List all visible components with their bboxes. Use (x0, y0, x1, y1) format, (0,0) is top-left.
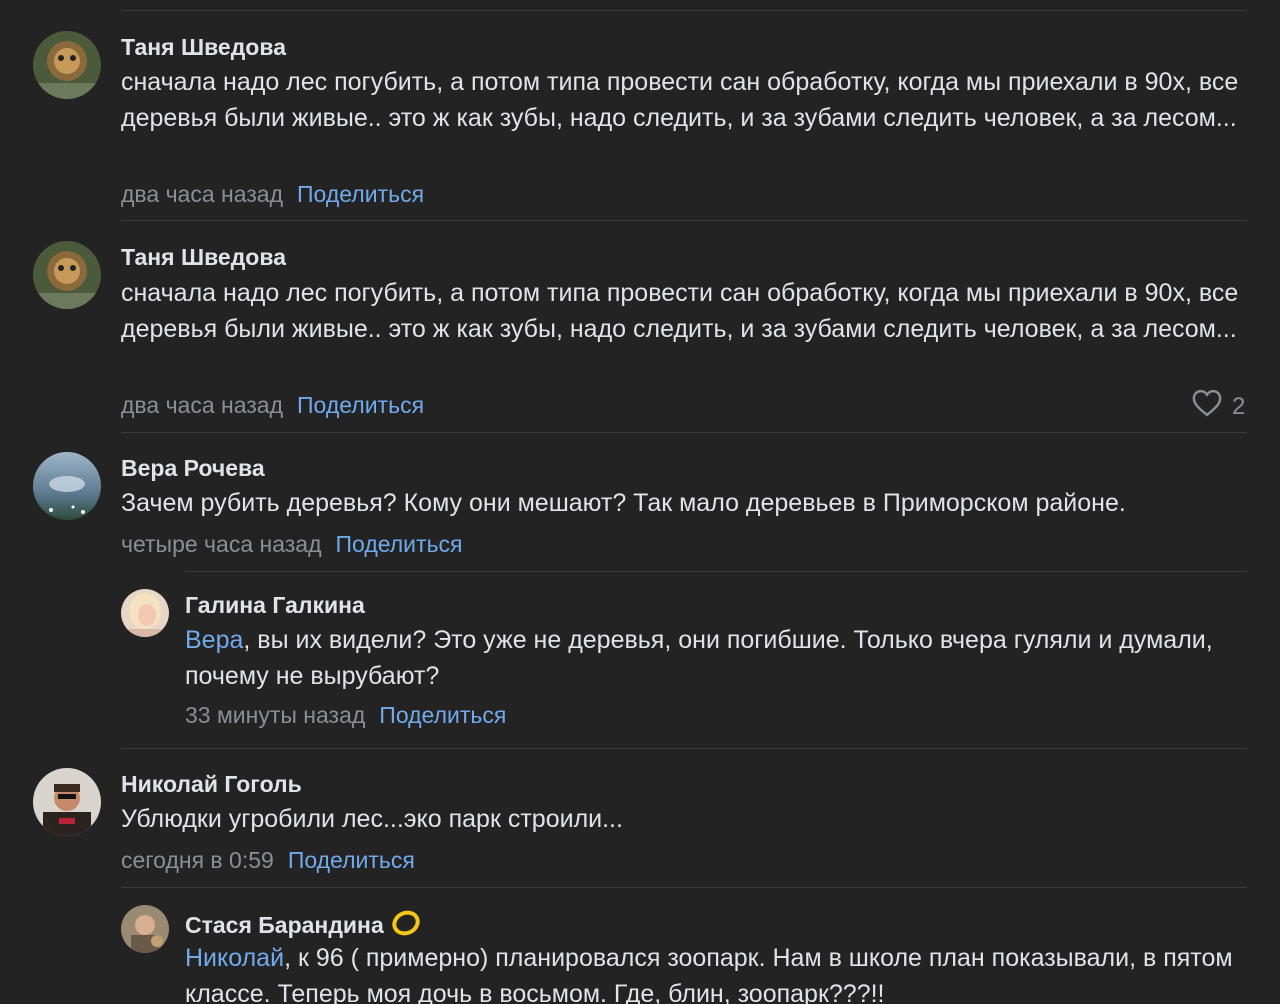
comment-author-name: Стася Барандина (185, 912, 384, 938)
comment-author[interactable]: Стася Барандина (185, 909, 420, 942)
avatar[interactable] (121, 905, 169, 953)
comments-feed: Таня Шведова сначала надо лес погубить, … (0, 0, 1280, 1004)
comment-text-body: , к 96 ( примерно) планировался зоопарк.… (185, 944, 1233, 1004)
ring-icon (392, 909, 420, 942)
comment-text: Николай, к 96 ( примерно) планировался з… (185, 941, 1247, 1004)
mention-link[interactable]: Николай (185, 944, 284, 972)
reply: Стася Барандина Николай, к 96 ( примерно… (0, 0, 1280, 1004)
